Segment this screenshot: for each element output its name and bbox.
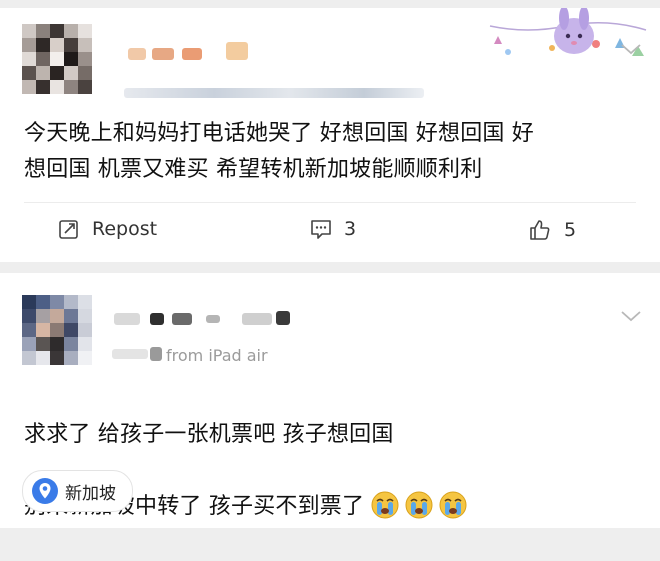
username-blur [206, 315, 220, 323]
comment-button[interactable]: 3 [310, 218, 356, 240]
username-blur [114, 313, 140, 325]
post-text: 今天晚上和妈妈打电话她哭了 好想回国 好想回国 好 想回国 机票又难买 希望转机… [24, 121, 534, 182]
avatar[interactable] [22, 295, 94, 367]
like-icon [528, 218, 564, 242]
meta-blur [124, 88, 424, 98]
username-blur [242, 313, 272, 325]
username-blur [276, 311, 290, 325]
post-card: 今天晚上和妈妈打电话她哭了 好想回国 好想回国 好 想回国 机票又难买 希望转机… [0, 6, 660, 262]
location-label: 新加坡 [65, 483, 116, 504]
comment-count: 3 [344, 218, 357, 240]
divider [24, 202, 636, 203]
username-blur [172, 313, 192, 325]
crying-emoji [405, 491, 433, 519]
location-pin-icon [32, 478, 58, 504]
username-blur [150, 313, 164, 325]
meta-blur [150, 347, 162, 361]
repost-label: Repost [92, 218, 158, 240]
location-tag[interactable]: 新加坡 [22, 470, 133, 512]
chevron-down-icon[interactable] [620, 42, 642, 56]
like-count: 5 [564, 219, 577, 241]
comment-card: from iPad air 求求了 给孩子一张机票吧 孩子想回国 别来新加坡中转… [0, 273, 660, 528]
comment-text-line: 求求了 给孩子一张机票吧 孩子想回国 [24, 422, 394, 447]
crying-emoji [439, 491, 467, 519]
meta-blur [112, 349, 148, 359]
chevron-down-icon[interactable] [620, 309, 642, 323]
comment-icon [310, 218, 344, 240]
avatar[interactable] [22, 24, 94, 96]
like-button[interactable]: 5 [528, 218, 576, 242]
repost-button[interactable]: Repost [58, 218, 157, 240]
emoji-group [370, 490, 468, 520]
username-blur [182, 48, 202, 60]
username-blur [128, 48, 146, 60]
repost-icon [58, 218, 92, 240]
comment-source: from iPad air [166, 346, 268, 365]
decoration-banner [488, 6, 648, 70]
crying-emoji [371, 491, 399, 519]
username-blur [226, 42, 248, 60]
username-blur [152, 48, 174, 60]
